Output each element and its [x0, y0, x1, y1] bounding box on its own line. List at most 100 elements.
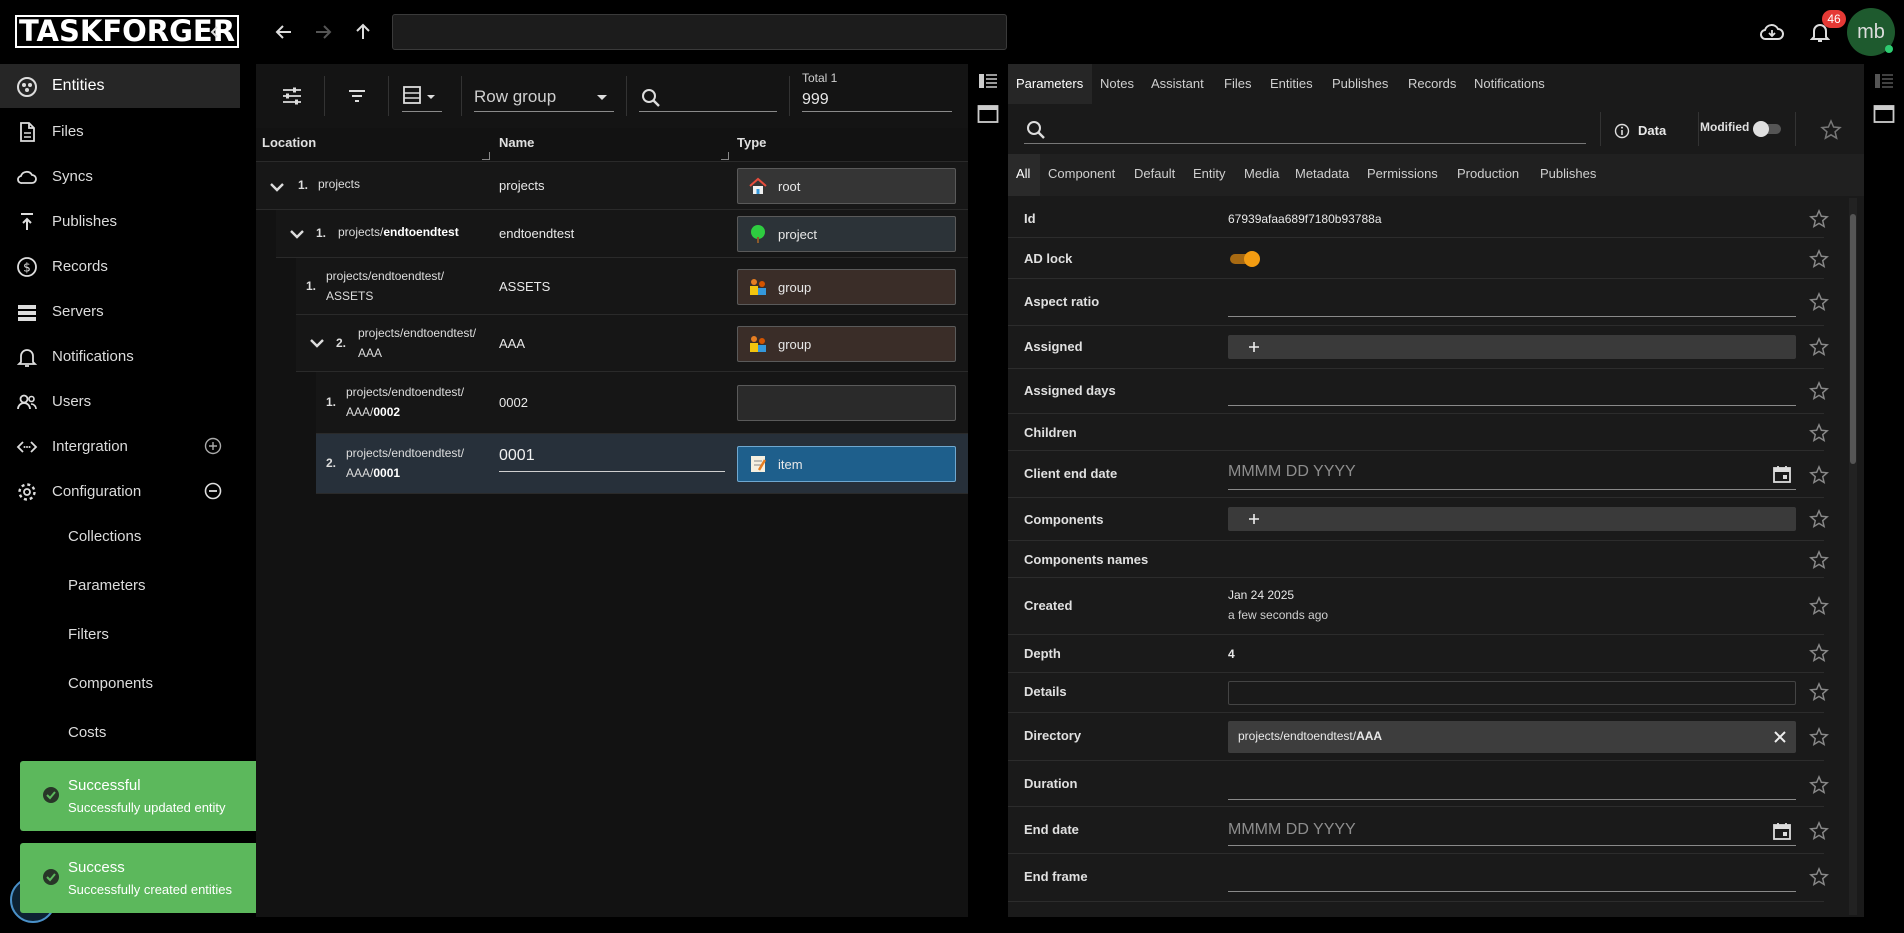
parameter-search-input[interactable] [1024, 114, 1586, 144]
sidebar-subitem-parameters[interactable]: Parameters [0, 564, 240, 608]
name-edit-input[interactable]: 0001 [499, 445, 725, 472]
type-button-item[interactable]: item [737, 446, 956, 482]
star-outline-icon[interactable] [1809, 775, 1829, 795]
ad-lock-toggle[interactable] [1228, 250, 1262, 268]
subtab-permissions[interactable]: Permissions [1367, 166, 1438, 181]
star-outline-icon[interactable] [1809, 596, 1829, 616]
grid-search-input[interactable] [639, 82, 777, 112]
star-outline-icon[interactable] [1809, 643, 1829, 663]
type-button-group[interactable]: group [737, 326, 956, 362]
column-header-name[interactable]: Name [499, 135, 534, 150]
tab-assistant[interactable]: Assistant [1151, 76, 1204, 91]
param-row-assigned: Assigned [1008, 326, 1824, 369]
panel-layout-icon[interactable] [1874, 72, 1894, 90]
subtab-component[interactable]: Component [1048, 166, 1115, 181]
tab-entities[interactable]: Entities [1270, 76, 1313, 91]
directory-chip[interactable]: projects/endtoendtest/AAA [1228, 721, 1796, 753]
sidebar-item-users[interactable]: Users [0, 379, 240, 423]
tab-notes[interactable]: Notes [1100, 76, 1134, 91]
sidebar-subitem-filters[interactable]: Filters [0, 613, 240, 657]
modified-toggle[interactable] [1753, 121, 1781, 137]
star-outline-icon[interactable] [1809, 727, 1829, 747]
column-header-type[interactable]: Type [737, 135, 766, 150]
star-outline-icon[interactable] [1809, 381, 1829, 401]
subtab-production[interactable]: Production [1457, 166, 1519, 181]
sidebar-item-files[interactable]: Files [0, 109, 240, 153]
assigned-add-button[interactable] [1228, 335, 1796, 359]
tab-files[interactable]: Files [1224, 76, 1251, 91]
sidebar-item-servers[interactable]: Servers [0, 289, 240, 333]
components-add-button[interactable] [1228, 507, 1796, 531]
star-outline-icon[interactable] [1809, 682, 1829, 702]
star-outline-icon[interactable] [1809, 821, 1829, 841]
star-outline-icon[interactable] [1809, 867, 1829, 887]
calendar-icon[interactable] [1772, 821, 1792, 841]
subtab-publishes[interactable]: Publishes [1540, 166, 1596, 181]
sidebar-item-integration[interactable]: Intergration [0, 424, 240, 468]
sidebar-item-publishes[interactable]: Publishes [0, 199, 240, 243]
tab-publishes[interactable]: Publishes [1332, 76, 1388, 91]
sidebar-item-syncs[interactable]: Syncs [0, 154, 240, 198]
popout-window-icon[interactable] [1873, 104, 1895, 124]
panel-layout-icon[interactable] [978, 72, 998, 90]
tab-notifications[interactable]: Notifications [1474, 76, 1545, 91]
sidebar-subitem-costs[interactable]: Costs [0, 711, 240, 755]
end-frame-input[interactable] [1228, 862, 1796, 892]
subtab-all[interactable]: All [1016, 166, 1030, 181]
view-mode-select[interactable] [402, 84, 442, 112]
column-resize-handle[interactable] [721, 152, 729, 160]
chevron-down-icon[interactable] [268, 178, 286, 196]
remove-circle-icon[interactable] [204, 482, 222, 500]
type-button-project[interactable]: project [737, 216, 956, 252]
subtab-media[interactable]: Media [1244, 166, 1279, 181]
star-outline-icon[interactable] [1809, 423, 1829, 443]
subtab-entity[interactable]: Entity [1193, 166, 1226, 181]
popout-window-icon[interactable] [977, 104, 999, 124]
tab-records[interactable]: Records [1408, 76, 1456, 91]
column-header-location[interactable]: Location [262, 135, 316, 150]
star-outline-icon[interactable] [1809, 249, 1829, 269]
forward-arrow-icon[interactable] [305, 14, 341, 50]
filter-icon[interactable] [345, 84, 369, 108]
cloud-download-icon[interactable] [1754, 14, 1790, 50]
subtab-metadata[interactable]: Metadata [1295, 166, 1349, 181]
tab-parameters[interactable]: Parameters [1016, 76, 1083, 91]
duration-input[interactable] [1228, 769, 1796, 800]
collapse-sidebar-icon[interactable] [197, 14, 233, 50]
column-resize-handle[interactable] [482, 152, 490, 160]
star-outline-icon[interactable] [1809, 465, 1829, 485]
star-outline-icon[interactable] [1809, 337, 1829, 357]
type-button-group[interactable]: group [737, 269, 956, 305]
star-outline-icon[interactable] [1809, 209, 1829, 229]
type-button-root[interactable]: root [737, 168, 956, 204]
sidebar-item-entities[interactable]: Entities [0, 64, 240, 108]
assigned-days-input[interactable] [1228, 377, 1796, 406]
close-icon[interactable] [1774, 731, 1786, 743]
sidebar-item-configuration[interactable]: Configuration [0, 469, 240, 513]
sidebar-subitem-collections[interactable]: Collections [0, 515, 240, 559]
chevron-down-icon[interactable] [288, 225, 306, 243]
up-arrow-icon[interactable] [345, 14, 381, 50]
sidebar-item-notifications[interactable]: Notifications [0, 334, 240, 378]
sidebar-item-records[interactable]: $ Records [0, 244, 240, 288]
star-outline-icon[interactable] [1809, 292, 1829, 312]
sidebar-subitem-components[interactable]: Components [0, 662, 240, 706]
details-input[interactable] [1228, 681, 1796, 705]
star-outline-icon[interactable] [1809, 550, 1829, 570]
add-circle-icon[interactable] [204, 437, 222, 455]
star-outline-icon[interactable] [1809, 509, 1829, 529]
data-toggle-button[interactable]: Data [1614, 122, 1694, 142]
row-group-select[interactable]: Row group [474, 82, 614, 112]
aspect-ratio-input[interactable] [1228, 287, 1796, 317]
param-scrollbar-thumb[interactable] [1850, 214, 1856, 464]
type-button-empty[interactable] [737, 385, 956, 421]
page-size-input[interactable]: 999 [802, 89, 952, 112]
back-arrow-icon[interactable] [266, 14, 302, 50]
star-outline-icon[interactable] [1820, 119, 1842, 141]
subtab-default[interactable]: Default [1134, 166, 1175, 181]
calendar-icon[interactable] [1772, 464, 1792, 484]
path-input[interactable] [392, 14, 1007, 50]
top-bar: TASKFORGER 46 mb [0, 0, 1904, 64]
chevron-down-icon[interactable] [308, 334, 326, 352]
tune-icon[interactable] [280, 84, 304, 108]
